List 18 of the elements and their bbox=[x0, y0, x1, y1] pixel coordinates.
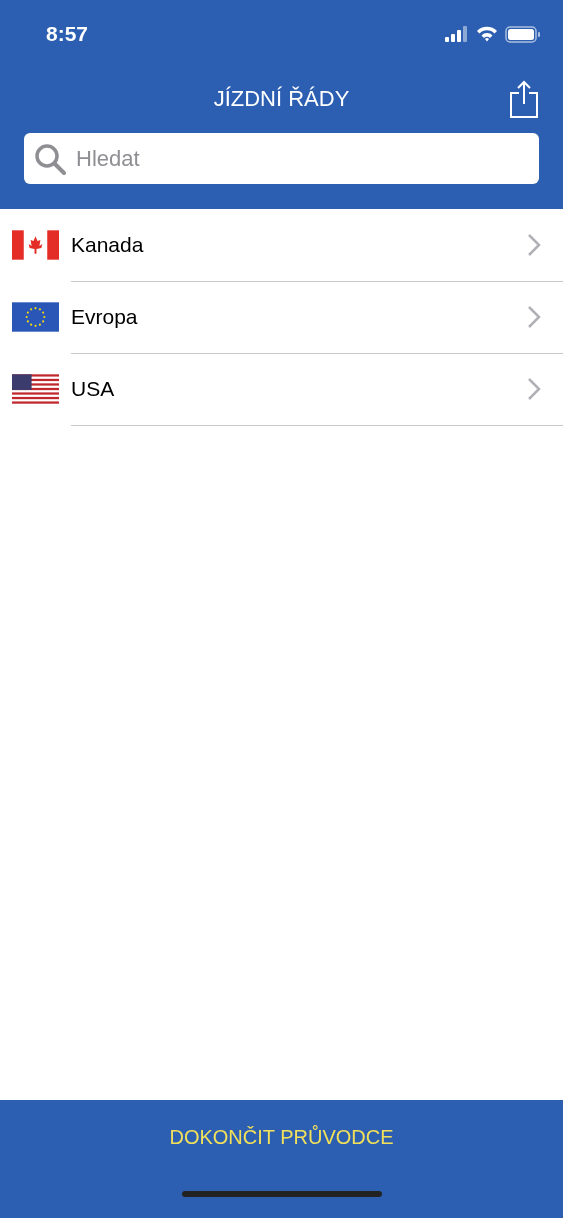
country-name[interactable]: USA bbox=[71, 376, 527, 401]
search-icon bbox=[34, 143, 66, 175]
finish-guide-button[interactable]: DOKONČIT PRŮVODCE bbox=[161, 1122, 402, 1153]
country-name[interactable]: Kanada bbox=[71, 232, 527, 257]
country-name[interactable]: Evropa bbox=[71, 304, 527, 329]
screen-title: JÍZDNÍ ŘÁDY bbox=[213, 86, 350, 112]
search-field[interactable]: Hledat bbox=[24, 133, 539, 184]
signal-icon bbox=[445, 26, 469, 42]
star-circle-flag-icon bbox=[12, 302, 59, 332]
battery-icon bbox=[505, 25, 541, 43]
status-time: 8:57 bbox=[46, 22, 90, 46]
chevron-icon bbox=[527, 232, 541, 257]
stars-stripes-flag-icon bbox=[12, 374, 59, 404]
chevron-icon bbox=[527, 376, 541, 401]
chevron-icon bbox=[527, 304, 541, 329]
wifi-icon bbox=[476, 26, 498, 42]
share-icon[interactable] bbox=[509, 80, 539, 118]
maple-leaf-flag-icon bbox=[12, 230, 59, 260]
